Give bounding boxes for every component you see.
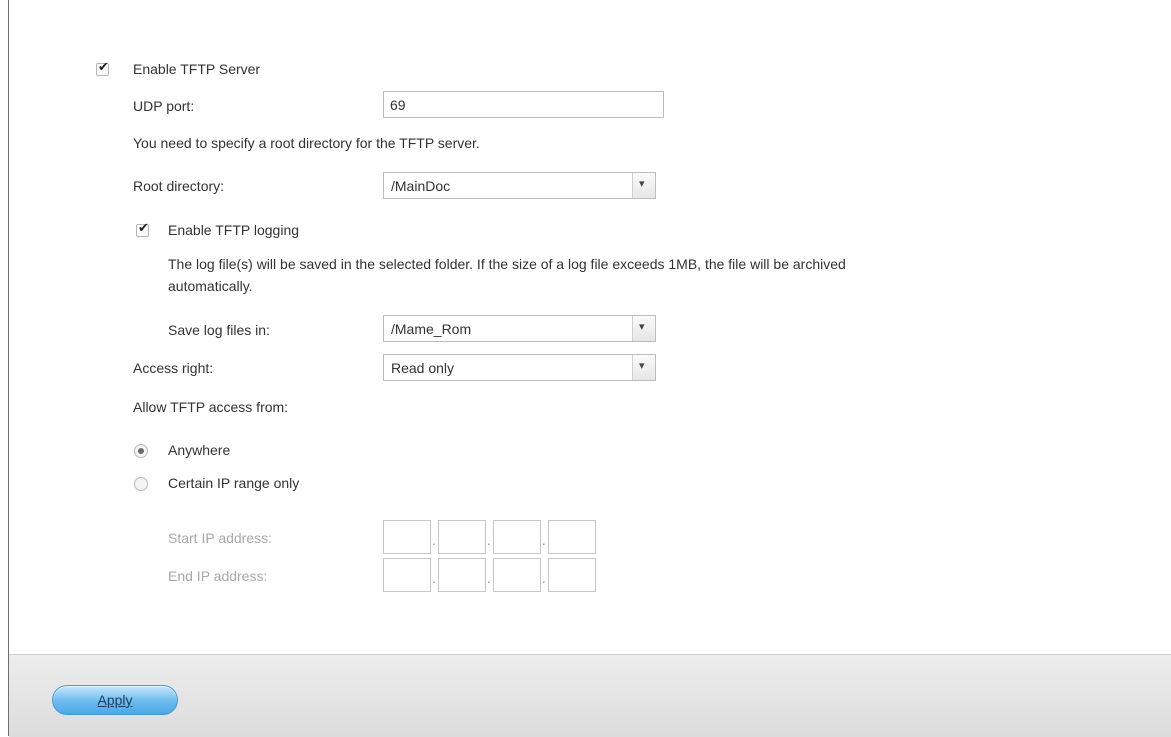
root-directory-label: Root directory: (133, 178, 225, 194)
ip-separator: . (487, 571, 491, 586)
access-right-label: Access right: (133, 360, 214, 376)
anywhere-radio[interactable] (134, 444, 148, 458)
udp-port-input[interactable] (383, 91, 664, 118)
enable-tftp-checkbox[interactable]: ✔ (96, 60, 109, 76)
chevron-down-icon: ▾ (639, 359, 645, 372)
enable-tftp-label: Enable TFTP Server (133, 61, 261, 77)
ip-separator: . (542, 571, 546, 586)
access-right-value: Read only (391, 360, 455, 376)
start-ip-octet-4[interactable] (548, 520, 596, 554)
end-ip-octet-1[interactable] (383, 558, 431, 592)
access-right-dropdown-button[interactable]: ▾ (632, 355, 655, 380)
ip-separator: . (432, 571, 436, 586)
end-ip-octet-4[interactable] (548, 558, 596, 592)
apply-button-label: Apply (97, 692, 133, 708)
udp-port-label: UDP port: (133, 98, 195, 114)
access-right-select[interactable]: Read only ▾ (383, 354, 656, 381)
log-note-line1: The log file(s) will be saved in the sel… (168, 256, 846, 272)
apply-button[interactable]: Apply (52, 685, 178, 715)
ip-separator: . (487, 533, 491, 548)
enable-logging-checkbox[interactable]: ✔ (136, 221, 149, 237)
root-directory-select[interactable]: /MainDoc ▾ (383, 172, 656, 199)
radio-selected-dot (138, 448, 144, 454)
root-directory-dropdown-button[interactable]: ▾ (632, 173, 655, 198)
action-bar (9, 654, 1171, 737)
log-note-line2: automatically. (168, 278, 253, 294)
ip-range-radio[interactable] (134, 477, 148, 491)
enable-logging-label: Enable TFTP logging (168, 222, 300, 238)
start-ip-label: Start IP address: (168, 530, 273, 546)
checkmark-icon: ✔ (98, 60, 109, 75)
ip-separator: . (432, 533, 436, 548)
root-directory-note: You need to specify a root directory for… (133, 135, 480, 151)
end-ip-octet-2[interactable] (438, 558, 486, 592)
start-ip-octet-3[interactable] (493, 520, 541, 554)
chevron-down-icon: ▾ (639, 177, 645, 190)
save-log-dropdown-button[interactable]: ▾ (632, 316, 655, 341)
save-log-value: /Mame_Rom (391, 321, 472, 337)
allow-access-label: Allow TFTP access from: (133, 399, 289, 415)
start-ip-octet-2[interactable] (438, 520, 486, 554)
root-directory-value: /MainDoc (391, 178, 451, 194)
checkmark-icon: ✔ (138, 221, 149, 236)
save-log-select[interactable]: /Mame_Rom ▾ (383, 315, 656, 342)
ip-range-label: Certain IP range only (168, 475, 300, 491)
save-log-label: Save log files in: (168, 322, 270, 338)
ip-separator: . (542, 533, 546, 548)
end-ip-label: End IP address: (168, 568, 268, 584)
anywhere-label: Anywhere (168, 442, 231, 458)
chevron-down-icon: ▾ (639, 320, 645, 333)
start-ip-octet-1[interactable] (383, 520, 431, 554)
end-ip-octet-3[interactable] (493, 558, 541, 592)
